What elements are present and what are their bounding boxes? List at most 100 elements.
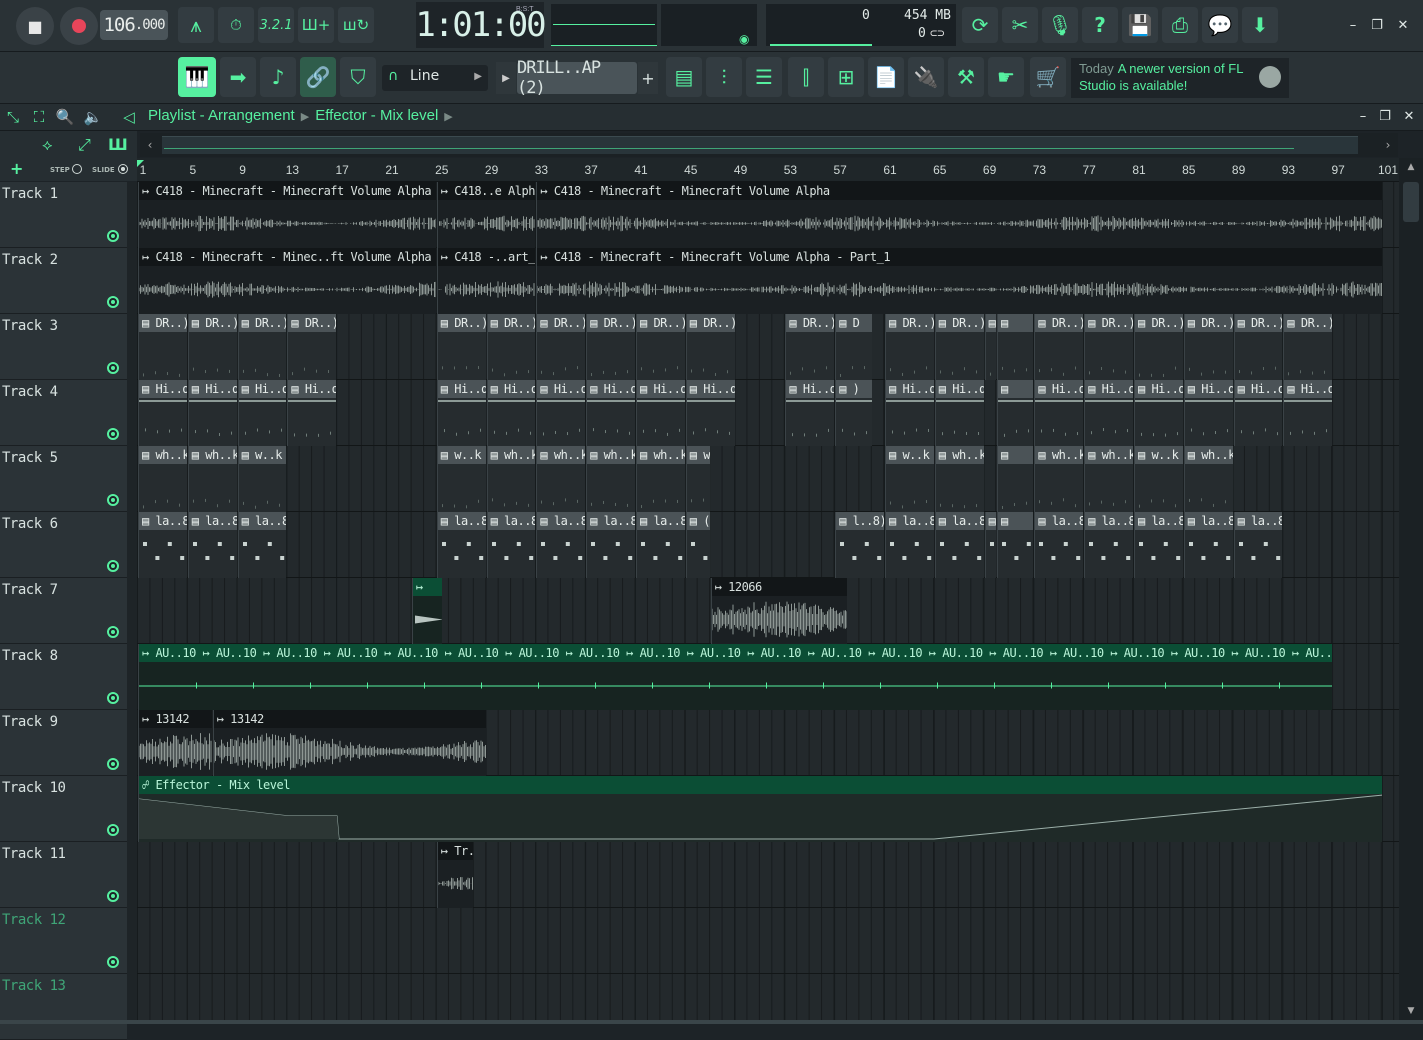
zoom-icon[interactable]: 🔍 — [56, 108, 75, 126]
track-enable-icon[interactable] — [107, 626, 119, 638]
track-header[interactable]: Track 1 — [0, 182, 127, 248]
pattern-clip[interactable]: ▤ Hi..d) — [636, 380, 685, 446]
step-edit-button[interactable]: Ш+ — [298, 7, 334, 43]
pattern-clip[interactable]: ▤ DR..) — [138, 314, 187, 380]
stamp-button[interactable]: ⛉ — [340, 57, 376, 97]
track-header[interactable]: Track 5 — [0, 446, 127, 512]
breadcrumb[interactable]: Effector - Mix level — [315, 107, 438, 124]
mic-tool-button[interactable]: ⚒ — [948, 57, 984, 97]
track-enable-icon[interactable] — [107, 824, 119, 836]
pattern-clip[interactable]: ▤ Hi..d) — [237, 380, 287, 446]
pattern-clip[interactable]: ▤ — [997, 380, 1034, 446]
project-button[interactable]: 📄 — [868, 57, 904, 97]
track-enable-icon[interactable] — [107, 494, 119, 506]
save-button[interactable]: 💾 — [1122, 7, 1158, 43]
audio-clip[interactable]: ↦ C418 - Minecraft - Minecraft Volume Al… — [536, 182, 1382, 248]
close-playlist-button[interactable]: ✕ — [1400, 107, 1418, 125]
link-button[interactable]: 🔗 — [300, 57, 336, 97]
chevron-left-icon[interactable]: ‹ — [140, 133, 160, 157]
audio-clip[interactable]: ↦ C418 -..art_1 — [436, 248, 536, 314]
pattern-clip[interactable]: ▤ w..k — [436, 446, 486, 512]
pattern-clip[interactable]: ▤ DR..) — [934, 314, 984, 380]
pattern-clip[interactable]: ▤ la..8) — [1134, 512, 1183, 578]
waveform-tool-icon[interactable]: ⟡ — [42, 135, 53, 155]
pattern-clip[interactable]: ▤ Hi..d) — [1134, 380, 1183, 446]
snap-select[interactable]: ∩ Line ▶ — [382, 65, 488, 91]
pattern-clip[interactable]: ▤ ) — [835, 380, 872, 446]
pattern-clip[interactable]: ▤ l..8) — [835, 512, 884, 578]
pattern-clip[interactable]: ▤ wh..k — [1183, 446, 1233, 512]
export-button[interactable]: ⎙ — [1162, 7, 1198, 43]
pattern-clip[interactable]: ▤ DR..) — [486, 314, 536, 380]
pattern-clip[interactable]: ▤ Hi..d) — [1183, 380, 1233, 446]
track-header[interactable]: Track 13 — [0, 974, 127, 1040]
track-enable-icon[interactable] — [107, 692, 119, 704]
pattern-clip[interactable]: ▤ w..k — [1134, 446, 1183, 512]
track-header[interactable]: Track 6 — [0, 512, 127, 578]
pattern-clip[interactable]: ▤ la..8) — [536, 512, 586, 578]
pattern-clip[interactable]: ▤ la..8) — [436, 512, 486, 578]
track-enable-icon[interactable] — [107, 956, 119, 968]
pattern-clip[interactable]: ▤ Hi..d) — [685, 380, 735, 446]
pattern-clip[interactable]: ▤ la..8) — [1034, 512, 1084, 578]
pattern-clip[interactable]: ▤ — [997, 314, 1034, 380]
scroll-down-icon[interactable]: ▼ — [1399, 1006, 1423, 1020]
pattern-clip[interactable]: ▤ la..8) — [486, 512, 536, 578]
pattern-clip[interactable]: ▤ — [997, 446, 1034, 512]
curve-tool-icon[interactable]: ⤢ — [78, 135, 91, 155]
wait-for-input-button[interactable]: ⏱ — [218, 7, 254, 43]
pattern-clip[interactable]: ▤ — [997, 512, 1034, 578]
pattern-clip[interactable]: ▤ DR..) — [436, 314, 486, 380]
pattern-clip[interactable]: ▤ w — [685, 446, 710, 512]
pattern-clip[interactable]: ▤ wh..k — [536, 446, 586, 512]
overview-scroll-thumb[interactable] — [162, 136, 1358, 154]
pattern-selector[interactable]: DRILL..AP (2) — [517, 58, 637, 98]
pattern-clip[interactable]: ▤ la..8) — [934, 512, 984, 578]
record-audio-button[interactable]: 🎙 — [1042, 7, 1078, 43]
vertical-scrollbar[interactable]: ▲ ▼ — [1399, 158, 1423, 1024]
pattern-clip[interactable]: ▤ DR..) — [1084, 314, 1133, 380]
fullscreen-icon[interactable]: ⛶ — [30, 108, 48, 126]
help-button[interactable]: ? — [1082, 7, 1118, 43]
arrow-tool-button[interactable]: ➡ — [220, 57, 256, 97]
pattern-clip[interactable]: ▤ DR..) — [237, 314, 287, 380]
pattern-clip[interactable]: ▤ wh..k — [636, 446, 685, 512]
track-enable-icon[interactable] — [107, 428, 119, 440]
channel-rack-button[interactable]: ☰ — [746, 57, 782, 97]
metronome-button[interactable]: ⩚ — [178, 7, 214, 43]
pattern-clip[interactable]: ▤ Hi..d) — [586, 380, 635, 446]
audio-clip[interactable]: ↦ C418 - Minecraft - Minec..ft Volume Al… — [138, 248, 436, 314]
audio-clip[interactable]: ↦ C418 - Minecraft - Minecraft Volume Al… — [536, 248, 1382, 314]
piano-roll-button[interactable]: ⫶ — [706, 57, 742, 97]
track-enable-icon[interactable] — [107, 230, 119, 242]
mixer-button[interactable]: ⫿ — [788, 57, 824, 97]
add-pattern-button[interactable]: + — [638, 62, 658, 94]
slide-tool-button[interactable]: ♪ — [260, 57, 296, 97]
pattern-clip[interactable]: ▤ la..8) — [885, 512, 934, 578]
messages-button[interactable]: 💬 — [1202, 7, 1238, 43]
playlist-button[interactable]: ▤ — [666, 57, 702, 97]
track-header[interactable]: Track 10 — [0, 776, 127, 842]
track-header[interactable]: Track 3 — [0, 314, 127, 380]
playlist-menu-icon[interactable]: ⤡ — [4, 108, 22, 126]
timeline-ruler[interactable]: 1 5 9 13 17 21 25 29 33 37 41 45 49 53 57 61 65 69 73 77 81 8… — [137, 158, 1399, 182]
pattern-tool-icon[interactable]: Ш — [108, 135, 128, 154]
audio-clip[interactable]: ↦ 13142 — [138, 710, 212, 776]
pattern-clip[interactable]: ▤ la..8) — [138, 512, 187, 578]
pattern-clip[interactable]: ▤ — [984, 314, 997, 380]
pattern-clip[interactable]: ▤ la..8) — [1183, 512, 1233, 578]
track-header[interactable]: Track 12 — [0, 908, 127, 974]
restore-app-button[interactable]: ❐ — [1368, 16, 1386, 34]
track-header[interactable]: Track 11 — [0, 842, 127, 908]
download-button[interactable]: ⬇ — [1242, 7, 1278, 43]
pattern-clip[interactable]: ▤ Hi..d) — [187, 380, 237, 446]
track-enable-icon[interactable] — [107, 560, 119, 572]
cut-tools-button[interactable]: ✂ — [1002, 7, 1038, 43]
pattern-clip[interactable]: ▤ Hi..d) — [1084, 380, 1133, 446]
speaker-icon[interactable]: 🔈 — [84, 108, 103, 126]
track-header-divider[interactable] — [127, 182, 137, 1024]
minimize-app-button[interactable]: – — [1344, 16, 1362, 34]
pattern-clip[interactable]: ▤ DR..) — [885, 314, 934, 380]
pattern-clip[interactable]: ▤ DR..) — [187, 314, 237, 380]
track-header[interactable]: Track 8 — [0, 644, 127, 710]
